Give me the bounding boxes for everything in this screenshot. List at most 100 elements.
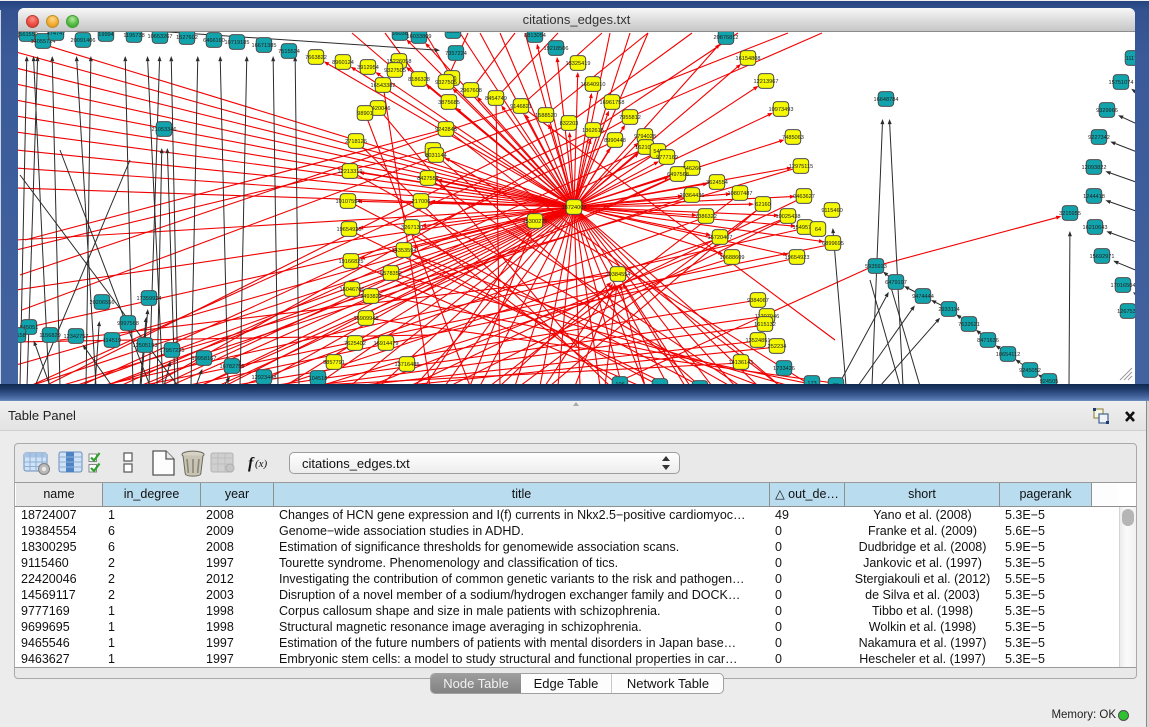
svg-text:10807487: 10807487: [728, 191, 753, 197]
svg-text:8471636: 8471636: [977, 338, 999, 344]
svg-text:6497568: 6497568: [667, 172, 689, 178]
svg-text:8813054: 8813054: [524, 33, 546, 39]
svg-text:7955812: 7955812: [619, 115, 641, 121]
svg-text:9227342: 9227342: [1088, 135, 1110, 141]
svg-text:8427552: 8427552: [417, 176, 439, 182]
svg-text:19994: 19994: [98, 32, 114, 38]
svg-text:8960124: 8960124: [332, 60, 354, 66]
svg-text:15692971: 15692971: [1090, 254, 1115, 260]
svg-text:9997568: 9997568: [117, 321, 139, 327]
svg-text:16038: 16038: [392, 32, 408, 37]
svg-text:3912954: 3912954: [357, 65, 379, 71]
svg-text:6479197: 6479197: [885, 280, 907, 286]
svg-text:924505: 924505: [1040, 379, 1059, 384]
svg-text:1195738: 1195738: [123, 33, 144, 39]
svg-text:11174: 11174: [1126, 56, 1135, 62]
svg-text:1267533: 1267533: [1117, 309, 1135, 315]
svg-text:12505193: 12505193: [133, 343, 158, 349]
svg-text:1527602: 1527602: [176, 35, 198, 41]
svg-text:20364436: 20364436: [680, 193, 705, 199]
svg-text:20876812: 20876812: [714, 35, 739, 41]
svg-text:2933114: 2933114: [938, 307, 959, 313]
svg-text:6899695: 6899695: [822, 241, 844, 247]
svg-text:62160: 62160: [755, 202, 771, 208]
svg-text:1733426: 1733426: [773, 366, 795, 372]
svg-text:8031144: 8031144: [425, 153, 446, 159]
svg-text:10688609: 10688609: [720, 255, 745, 261]
svg-text:39158: 39158: [18, 333, 26, 339]
svg-text:15751074: 15751074: [1109, 80, 1134, 86]
svg-text:12342757: 12342757: [64, 334, 89, 340]
svg-text:95: 95: [833, 383, 839, 384]
svg-text:18724007: 18724007: [562, 205, 587, 211]
svg-text:173: 173: [807, 381, 816, 384]
svg-text:6466160: 6466160: [203, 38, 225, 44]
svg-text:64: 64: [815, 227, 821, 233]
svg-text:3215955: 3215955: [1059, 211, 1081, 217]
svg-text:3493822: 3493822: [360, 294, 382, 300]
svg-text:16648784: 16648784: [874, 97, 899, 103]
svg-text:5935923: 5935923: [865, 264, 887, 270]
svg-text:15720407: 15720407: [708, 235, 733, 241]
svg-text:9115460: 9115460: [821, 208, 842, 214]
svg-text:19654925: 19654925: [337, 227, 362, 233]
svg-text:9327505: 9327505: [435, 80, 457, 86]
svg-text:12923448: 12923448: [252, 375, 277, 381]
svg-text:9146821: 9146821: [510, 104, 532, 110]
svg-text:832203: 832203: [560, 121, 579, 127]
svg-text:16154808: 16154808: [736, 56, 761, 62]
svg-text:10025438: 10025438: [776, 214, 801, 220]
svg-text:16671385: 16671385: [252, 43, 277, 49]
svg-text:9327505: 9327505: [384, 68, 406, 74]
svg-text:9777169: 9777169: [656, 155, 678, 161]
svg-text:10107554: 10107554: [336, 199, 361, 205]
svg-text:12213319: 12213319: [338, 169, 363, 175]
svg-text:10973493: 10973493: [769, 107, 794, 113]
svg-text:9329966: 9329966: [1096, 108, 1118, 114]
svg-text:8186328: 8186328: [408, 77, 430, 83]
svg-text:2718126: 2718126: [345, 139, 367, 145]
svg-text:9384067: 9384067: [747, 298, 769, 304]
svg-text:16640910: 16640910: [581, 82, 606, 88]
svg-text:3624554: 3624554: [706, 180, 728, 186]
svg-text:12975115: 12975115: [789, 164, 813, 170]
svg-text:7663822: 7663822: [305, 55, 327, 61]
svg-text:17016504: 17016504: [1111, 283, 1135, 289]
svg-text:7357224: 7357224: [445, 51, 467, 57]
svg-text:8858: 8858: [447, 32, 459, 35]
svg-text:10719185: 10719185: [225, 40, 250, 46]
svg-text:104518: 104518: [309, 376, 328, 382]
svg-text:13325419: 13325419: [566, 61, 591, 67]
svg-text:16210643: 16210643: [1083, 225, 1108, 231]
svg-text:15300275: 15300275: [523, 219, 548, 225]
svg-text:13716485: 13716485: [395, 362, 420, 368]
svg-text:217006: 217006: [412, 199, 431, 205]
svg-text:1156829: 1156829: [39, 333, 60, 339]
svg-text:7386322: 7386322: [695, 214, 717, 220]
svg-text:114519: 114519: [103, 338, 121, 344]
svg-text:19384554: 19384554: [606, 272, 631, 278]
svg-text:12213967: 12213967: [754, 79, 779, 85]
svg-text:20091406: 20091406: [71, 38, 96, 44]
svg-text:19218506: 19218506: [544, 46, 569, 52]
svg-text:16543382: 16543382: [371, 83, 396, 89]
svg-text:14136141: 14136141: [729, 360, 754, 366]
svg-text:16033809: 16033809: [407, 34, 432, 40]
svg-text:98901: 98901: [357, 111, 373, 117]
svg-text:10654112: 10654112: [996, 352, 1020, 358]
svg-text:14353594: 14353594: [392, 248, 417, 254]
svg-text:2967608: 2967608: [460, 88, 482, 94]
svg-text:19654923: 19654923: [785, 255, 810, 261]
svg-text:f: f: [248, 455, 255, 472]
svg-text:12093822: 12093822: [1082, 165, 1107, 171]
svg-text:252234: 252234: [768, 344, 787, 350]
svg-text:10958167: 10958167: [192, 356, 217, 362]
svg-text:5578352: 5578352: [380, 271, 402, 277]
svg-text:8990448: 8990448: [604, 138, 626, 144]
svg-text:16961758: 16961758: [600, 100, 625, 106]
svg-text:19166825: 19166825: [339, 259, 364, 265]
svg-text:9857791: 9857791: [323, 360, 345, 366]
svg-text:7632621: 7632621: [958, 322, 980, 328]
svg-text:7485063: 7485063: [782, 135, 804, 141]
svg-text:7625402: 7625402: [344, 341, 366, 347]
